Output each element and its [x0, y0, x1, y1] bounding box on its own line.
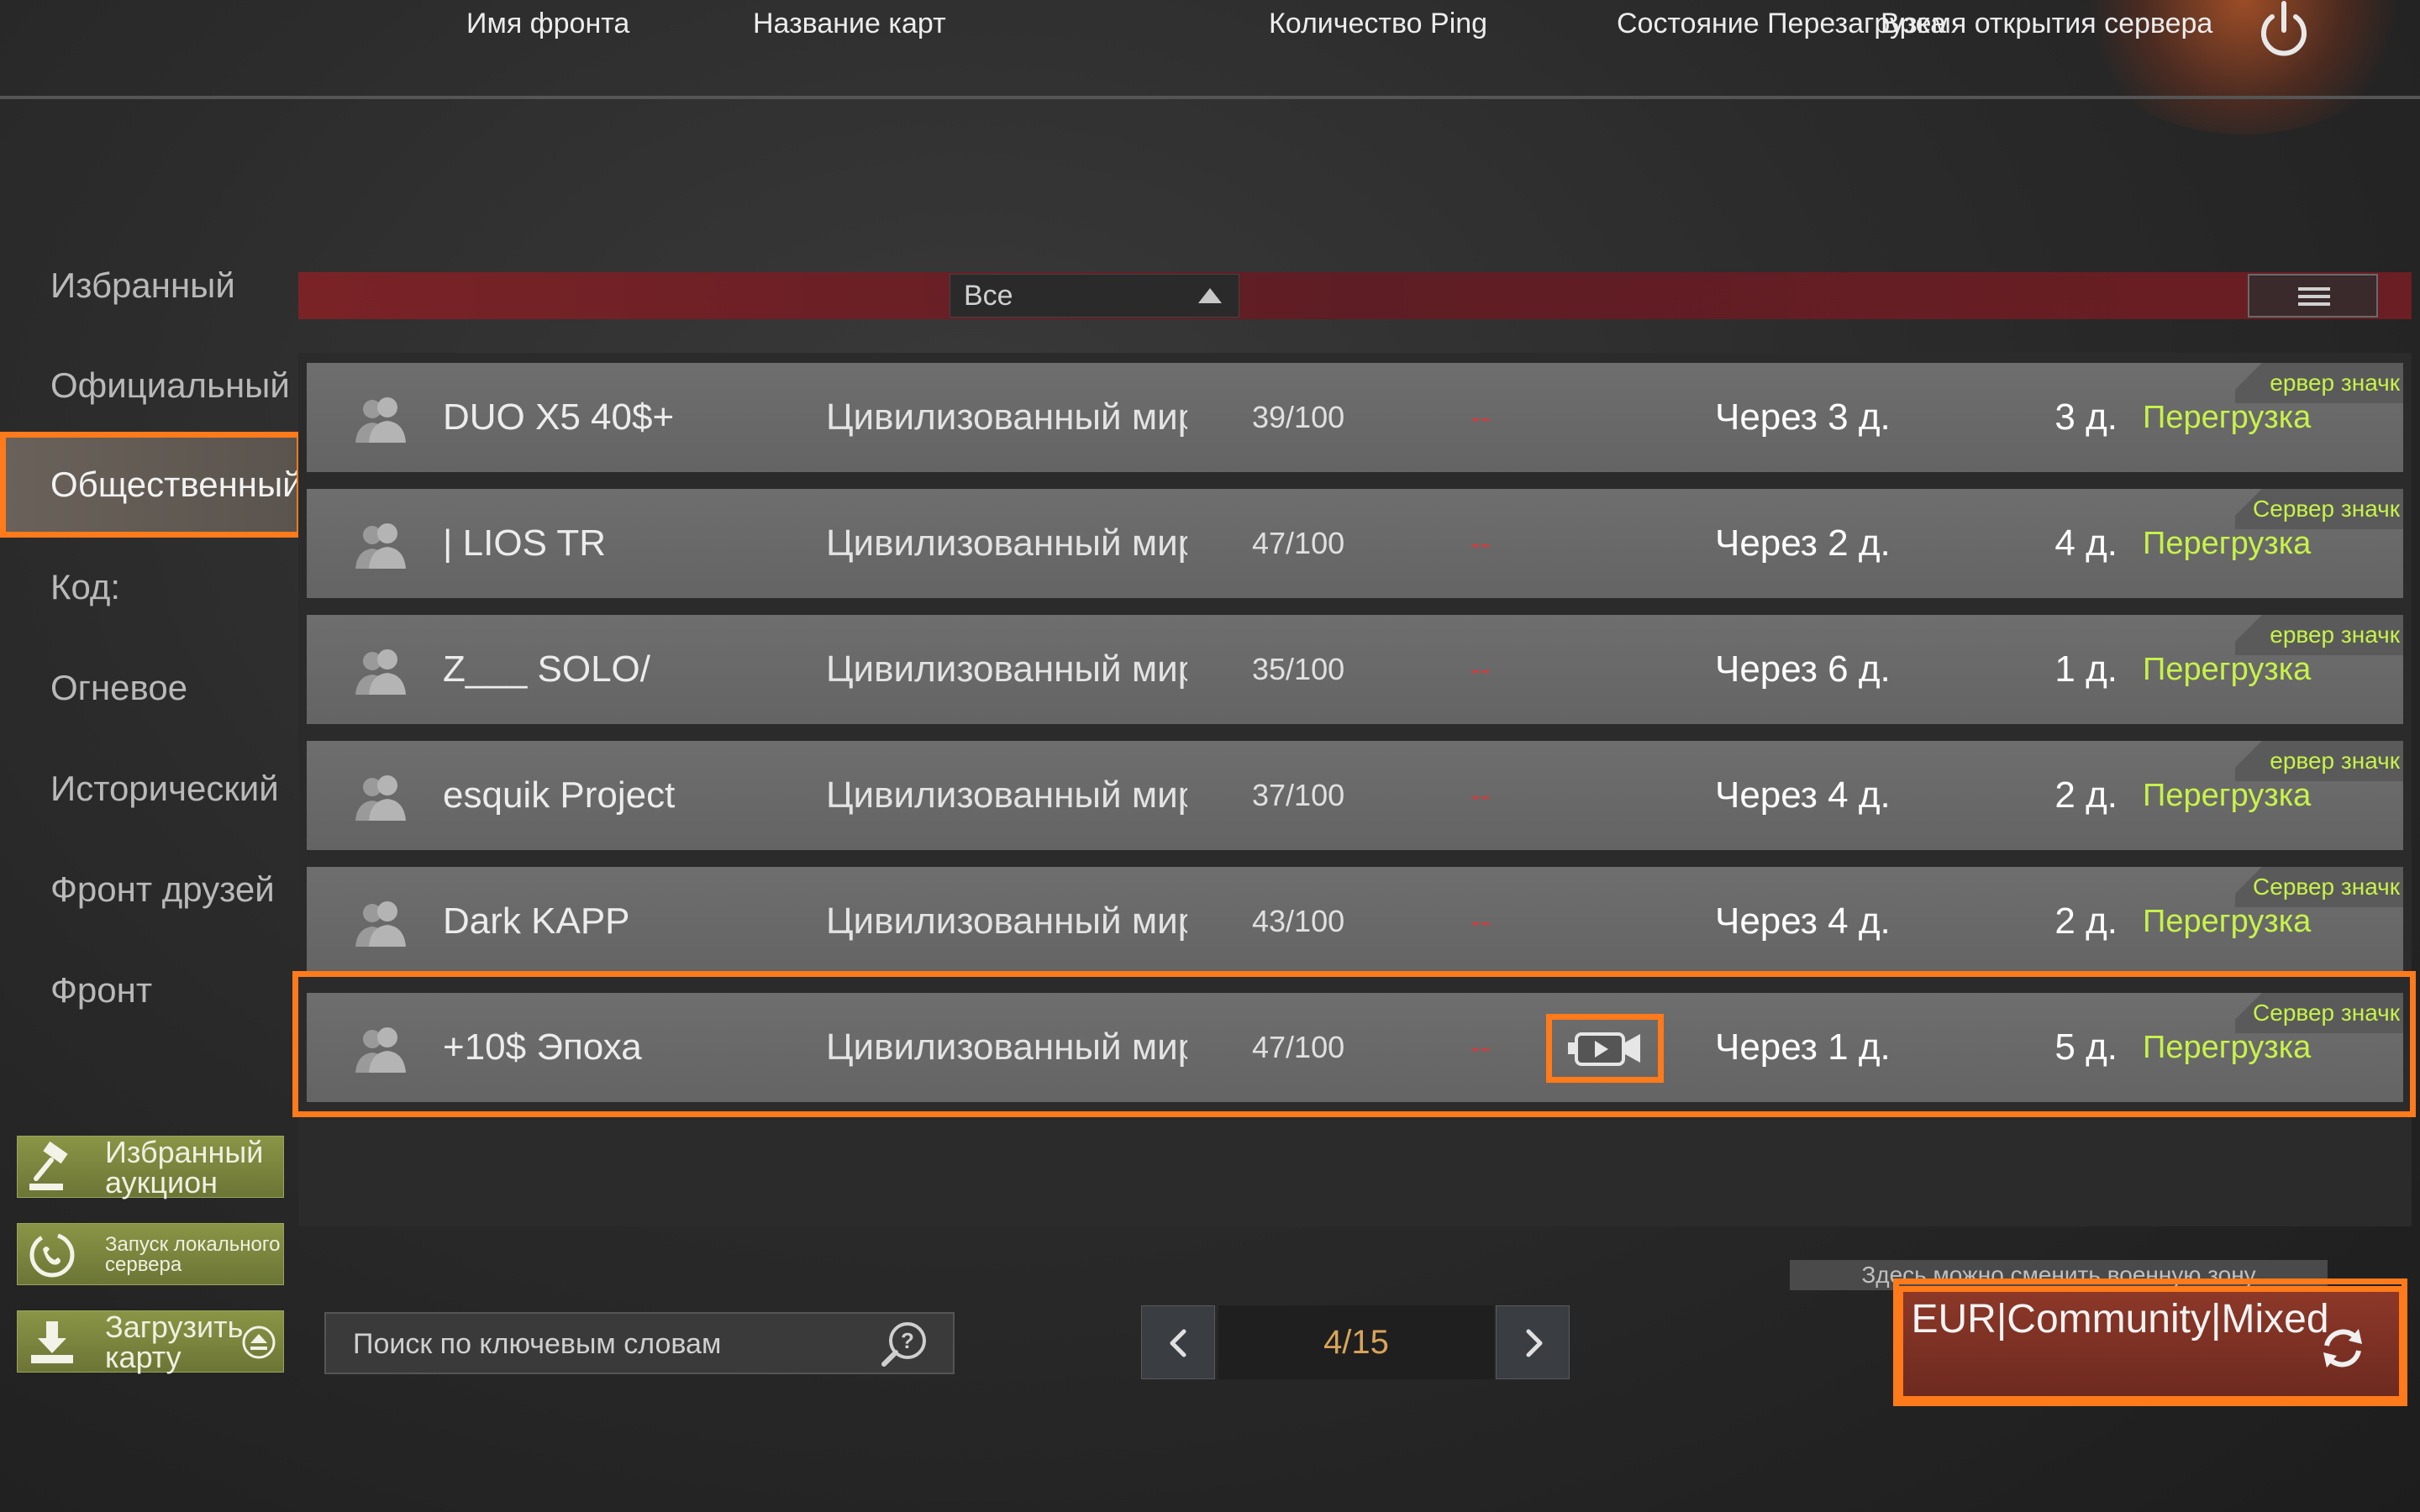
server-badge: Сервер значк — [2235, 993, 2403, 1033]
next-page-button[interactable] — [1496, 1305, 1570, 1379]
server-row[interactable]: +10$ Эпоха Цивилизованный мир 47/100 -- … — [307, 993, 2403, 1102]
stream-badge[interactable] — [1546, 1014, 1664, 1083]
map-name: Цивилизованный мир — [826, 900, 1187, 942]
chevron-right-icon — [1526, 1329, 1543, 1357]
reload-state: Через 1 д. — [1715, 1026, 1891, 1068]
ping-value: -- — [1470, 904, 1491, 938]
server-badge: ервер значк — [2235, 741, 2403, 781]
keyword-search[interactable]: ? — [324, 1312, 955, 1374]
open-time: 5 д. — [2054, 1026, 2118, 1068]
search-help-icon[interactable]: ? — [877, 1320, 931, 1368]
chevron-left-icon — [1170, 1329, 1186, 1357]
download-icon — [31, 1321, 73, 1363]
server-badge: Сервер значк — [2235, 489, 2403, 529]
players-icon — [355, 649, 406, 695]
video-camera-icon — [1568, 1032, 1640, 1066]
header-map-name[interactable]: Название карт — [753, 0, 950, 47]
players-icon — [355, 523, 406, 569]
sidebar-item-community[interactable]: Общественный — [0, 432, 302, 538]
player-count: 43/100 — [1252, 904, 1345, 938]
open-time: 1 д. — [2054, 648, 2118, 690]
server-badge: ервер значк — [2235, 615, 2403, 655]
header-front-name[interactable]: Имя фронта — [466, 0, 660, 47]
open-time: 2 д. — [2054, 774, 2118, 816]
server-name: esquik Project — [443, 774, 676, 816]
sidebar-item-front[interactable]: Фронт — [0, 944, 302, 1037]
server-name: DUO X5 40$+ — [443, 396, 675, 438]
reload-state: Через 3 д. — [1715, 396, 1891, 438]
player-count: 47/100 — [1252, 1030, 1345, 1064]
server-row[interactable]: Z___ SOLO/ Цивилизованный мир 35/100 -- … — [307, 615, 2403, 724]
ping-value: -- — [1470, 1030, 1491, 1064]
refresh-icon — [2323, 1329, 2362, 1368]
server-name: | LIOS TR — [443, 522, 607, 564]
server-badge: Сервер значк — [2235, 867, 2403, 907]
map-name: Цивилизованный мир — [826, 1026, 1187, 1068]
war-zone-label: EUR|Community|Mixed — [1911, 1297, 2329, 1341]
server-badge: ервер значк — [2235, 363, 2403, 403]
player-count: 37/100 — [1252, 778, 1345, 812]
header-open-time[interactable]: Время открытия сервера — [1881, 0, 2233, 47]
column-menu-button[interactable] — [2248, 274, 2378, 318]
zone-hint: Здесь можно сменить военную зону — [1790, 1260, 2328, 1290]
ping-value: -- — [1470, 526, 1491, 560]
server-row[interactable]: DUO X5 40$+ Цивилизованный мир 39/100 --… — [307, 363, 2403, 472]
players-icon — [355, 1027, 406, 1073]
phone-server-icon — [29, 1232, 75, 1278]
search-input[interactable] — [351, 1314, 876, 1374]
map-name: Цивилизованный мир — [826, 774, 1187, 816]
load-map-label: Загрузить карту — [105, 1310, 244, 1374]
eject-icon[interactable] — [241, 1325, 276, 1360]
reload-state: Через 4 д. — [1715, 774, 1891, 816]
war-zone-button[interactable]: EUR|Community|Mixed — [1897, 1286, 2405, 1402]
ping-value: -- — [1470, 400, 1491, 434]
map-name: Цивилизованный мир — [826, 648, 1187, 690]
prev-page-button[interactable] — [1141, 1305, 1215, 1379]
ping-value: -- — [1470, 778, 1491, 812]
map-filter-select[interactable]: Все — [950, 274, 1239, 318]
reload-state: Через 2 д. — [1715, 522, 1891, 564]
sidebar-item-fire[interactable]: Огневое — [0, 642, 302, 734]
server-row[interactable]: Dark KAPP Цивилизованный мир 43/100 -- Ч… — [307, 867, 2403, 976]
local-server-label: Запуск локального сервера — [105, 1233, 281, 1276]
ping-value: -- — [1470, 652, 1491, 686]
player-count: 47/100 — [1252, 526, 1345, 560]
server-row[interactable]: | LIOS TR Цивилизованный мир 47/100 -- Ч… — [307, 489, 2403, 598]
sidebar-item-code[interactable]: Код: — [0, 541, 302, 633]
server-name: Dark KAPP — [443, 900, 630, 942]
page-indicator: 4/15 — [1218, 1305, 1494, 1379]
svg-text:?: ? — [901, 1328, 914, 1353]
table-header — [298, 272, 2412, 319]
reload-state: Через 6 д. — [1715, 648, 1891, 690]
top-divider — [0, 96, 2420, 99]
server-row[interactable]: esquik Project Цивилизованный мир 37/100… — [307, 741, 2403, 850]
favorite-auction-button[interactable]: Избранный аукцион — [17, 1136, 284, 1198]
server-name: +10$ Эпоха — [443, 1026, 642, 1068]
map-name: Цивилизованный мир — [826, 396, 1187, 438]
local-server-button[interactable]: Запуск локального сервера — [17, 1223, 284, 1285]
sidebar-item-official[interactable]: Официальный — [0, 339, 302, 432]
map-name: Цивилизованный мир — [826, 522, 1187, 564]
sidebar-item-favorites[interactable]: Избранный — [0, 239, 302, 332]
triangle-up-icon — [1198, 288, 1222, 303]
gavel-icon — [29, 1142, 68, 1190]
reload-state: Через 4 д. — [1715, 900, 1891, 942]
open-time: 2 д. — [2054, 900, 2118, 942]
sidebar-item-friends-front[interactable]: Фронт друзей — [0, 843, 302, 936]
sidebar-item-historical[interactable]: Исторический — [0, 743, 302, 835]
server-name: Z___ SOLO/ — [443, 648, 651, 690]
player-count: 39/100 — [1252, 400, 1345, 434]
open-time: 3 д. — [2054, 396, 2118, 438]
open-time: 4 д. — [2054, 522, 2118, 564]
header-count-ping[interactable]: Количество Ping — [1269, 0, 1521, 47]
load-map-button[interactable]: Загрузить карту — [17, 1310, 284, 1373]
players-icon — [355, 775, 406, 821]
power-icon[interactable] — [2257, 0, 2311, 60]
favorite-auction-label: Избранный аукцион — [105, 1135, 264, 1200]
map-filter-value: Все — [964, 280, 1013, 312]
players-icon — [355, 901, 406, 947]
player-count: 35/100 — [1252, 652, 1345, 686]
players-icon — [355, 397, 406, 443]
